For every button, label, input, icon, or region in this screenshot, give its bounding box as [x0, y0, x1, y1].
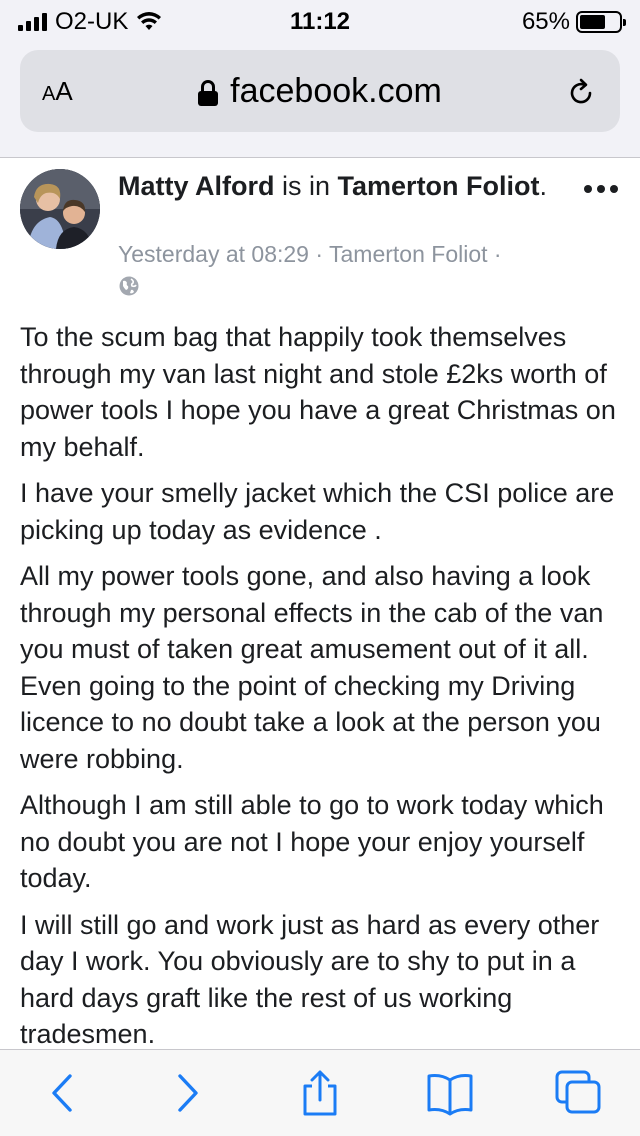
post-paragraph: To the scum bag that happily took themse…: [20, 322, 616, 462]
meta-location[interactable]: Tamerton Foliot: [329, 241, 488, 267]
battery-status: 65%: [521, 8, 626, 36]
battery-percent: 65%: [521, 8, 570, 35]
safari-toolbar: [0, 1049, 640, 1136]
url-text: facebook.com: [230, 72, 442, 110]
globe-icon: [119, 276, 139, 296]
bookmarks-icon[interactable]: [425, 1070, 475, 1116]
location-suffix: .: [539, 171, 548, 201]
meta-trailing: ·: [487, 241, 502, 267]
post-meta: Yesterday at 08:29 · Tamerton Foliot ·: [118, 239, 578, 269]
post-paragraph: Although I am still able to go to work t…: [20, 790, 604, 893]
share-icon[interactable]: [295, 1070, 345, 1116]
post-timestamp[interactable]: Yesterday at 08:29: [118, 241, 309, 267]
avatar[interactable]: [20, 169, 100, 249]
browser-chrome: O2-UK 11:12 65% AA facebook.com: [0, 0, 640, 158]
meta-separator: ·: [308, 241, 329, 267]
reload-icon[interactable]: [564, 76, 598, 110]
facebook-post: Matty Alford is in Tamerton Foliot. Yest…: [0, 159, 640, 1049]
back-icon[interactable]: [38, 1070, 88, 1116]
post-paragraph: I will still go and work just as hard as…: [20, 909, 600, 1050]
post-header: Matty Alford is in Tamerton Foliot.: [118, 169, 558, 203]
post-paragraph: I have your smelly jacket which the CSI …: [20, 478, 615, 545]
battery-icon: [576, 11, 626, 33]
is-in-text: is in: [274, 171, 338, 201]
more-options-icon[interactable]: [584, 185, 618, 193]
location-link[interactable]: Tamerton Foliot: [338, 171, 540, 201]
author-name[interactable]: Matty Alford: [118, 171, 275, 201]
battery-level-fill: [580, 15, 605, 29]
post-body: To the scum bag that happily took themse…: [20, 319, 625, 1049]
status-bar: O2-UK 11:12 65%: [0, 0, 640, 44]
lock-icon: [198, 80, 219, 106]
address-bar[interactable]: AA facebook.com: [20, 50, 620, 132]
tabs-icon[interactable]: [553, 1070, 603, 1116]
post-paragraph: All my power tools gone, and also having…: [20, 561, 604, 774]
url-display[interactable]: facebook.com: [20, 72, 620, 111]
forward-icon[interactable]: [162, 1070, 212, 1116]
